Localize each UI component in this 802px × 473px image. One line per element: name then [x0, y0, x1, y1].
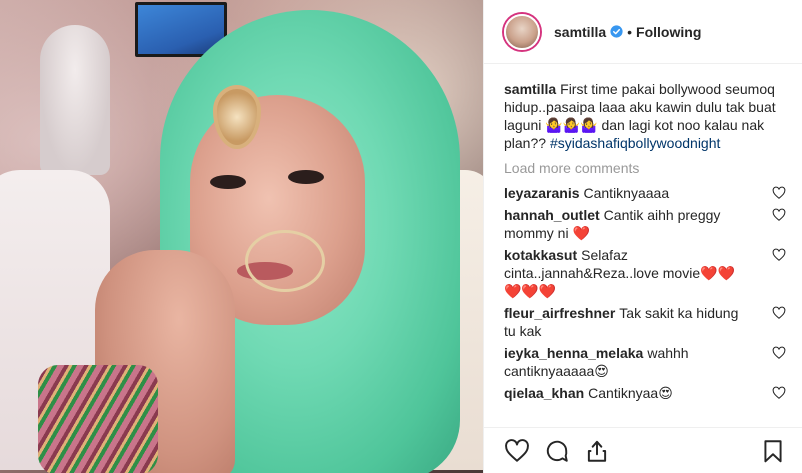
- instagram-post: samtilla • Following samtilla First time …: [0, 0, 802, 473]
- comment-like-heart-icon[interactable]: [772, 208, 786, 222]
- comment-item: hannah_outlet Cantik aihh preggy mommy ni…: [504, 206, 786, 242]
- comment-text: Cantiknyaa😍: [588, 385, 673, 401]
- comment-username[interactable]: fleur_airfreshner: [504, 305, 615, 321]
- comment-like-heart-icon[interactable]: [772, 248, 786, 262]
- photo-nose-ring: [245, 230, 325, 292]
- following-button[interactable]: Following: [636, 24, 701, 40]
- comment-username[interactable]: ieyka_henna_melaka: [504, 345, 643, 361]
- comment-like-heart-icon[interactable]: [772, 386, 786, 400]
- post-header: samtilla • Following: [484, 0, 802, 64]
- comment-like-heart-icon[interactable]: [772, 306, 786, 320]
- photo-eye: [210, 175, 246, 189]
- post-username[interactable]: samtilla: [554, 24, 606, 40]
- comment-username[interactable]: leyazaranis: [504, 185, 580, 201]
- comment-username[interactable]: hannah_outlet: [504, 207, 600, 223]
- photo-eye: [288, 170, 324, 184]
- verified-badge-icon: [610, 25, 623, 38]
- comment-like-heart-icon[interactable]: [772, 186, 786, 200]
- avatar[interactable]: [504, 13, 540, 50]
- comment-text: Cantiknyaaaa: [583, 185, 670, 201]
- bookmark-icon[interactable]: [760, 438, 786, 464]
- comment-item: kotakkasut Selafaz cinta..jannah&Reza..lo…: [504, 246, 786, 300]
- photo-guest: [40, 25, 110, 175]
- photo-bangles: [38, 365, 158, 473]
- comment-item: leyazaranis Cantiknyaaaa: [504, 184, 786, 202]
- heart-icon[interactable]: [504, 438, 530, 464]
- post-actions-bar: [484, 427, 802, 473]
- post-sidebar: samtilla • Following samtilla First time …: [483, 0, 802, 473]
- comment-icon[interactable]: [544, 438, 570, 464]
- comment-like-heart-icon[interactable]: [772, 346, 786, 360]
- load-more-comments-button[interactable]: Load more comments: [504, 160, 786, 176]
- comment-item: ieyka_henna_melaka wahhh cantiknyaaaaa😍: [504, 344, 786, 380]
- post-photo[interactable]: [0, 0, 483, 473]
- comment-username[interactable]: qielaa_khan: [504, 385, 584, 401]
- caption-username[interactable]: samtilla: [504, 81, 556, 97]
- comment-item: fleur_airfreshner Tak sakit ka hidung tu …: [504, 304, 786, 340]
- share-icon[interactable]: [584, 438, 610, 464]
- caption-emoji: 🤷‍♀️🤷‍♀️🤷‍♀️: [545, 117, 598, 133]
- separator-dot: •: [627, 23, 633, 40]
- caption-hashtag[interactable]: #syidashafiqbollywoodnight: [550, 135, 720, 151]
- comment-item: qielaa_khan Cantiknyaa😍: [504, 384, 786, 402]
- comment-username[interactable]: kotakkasut: [504, 247, 577, 263]
- comments-list: samtilla First time pakai bollywood seumo…: [484, 64, 802, 473]
- post-caption: samtilla First time pakai bollywood seumo…: [504, 80, 786, 152]
